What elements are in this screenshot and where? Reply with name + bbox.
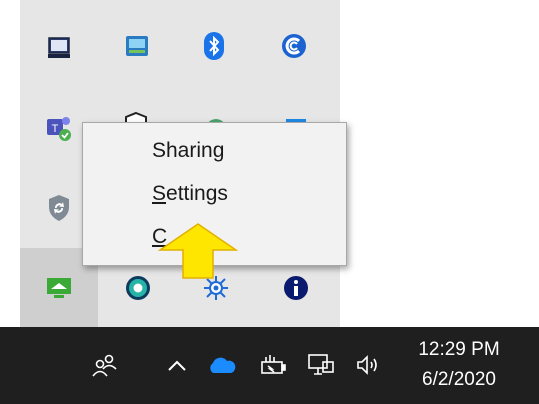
yellow-arrow-icon [157, 222, 239, 285]
clock[interactable]: 12:29 PM 6/2/2020 [400, 335, 518, 397]
clock-time: 12:29 PM [418, 339, 500, 360]
clock-date: 6/2/2020 [422, 369, 496, 390]
menu-item-settings-label: ettings [166, 182, 228, 205]
teal-circle-icon[interactable] [120, 270, 156, 306]
svg-text:T: T [52, 123, 59, 135]
network-icon[interactable] [304, 349, 338, 381]
monitor-icon[interactable] [41, 30, 77, 66]
remote-desktop-icon[interactable] [41, 270, 77, 306]
info-icon[interactable] [278, 270, 314, 306]
menu-item-settings-accel: S [152, 182, 167, 205]
taskbar: 12:29 PM 6/2/2020 [0, 327, 539, 404]
network-card-icon[interactable] [119, 28, 155, 64]
onedrive-icon[interactable] [204, 349, 238, 381]
teams-icon[interactable]: T [41, 110, 77, 146]
chevron-up-icon[interactable] [160, 349, 194, 381]
people-icon[interactable] [88, 349, 122, 381]
bluetooth-icon[interactable] [196, 28, 232, 64]
battery-icon[interactable] [256, 349, 290, 381]
menu-item-sharing-label: Sharing [152, 139, 225, 162]
security-shield-icon[interactable] [41, 190, 77, 226]
ccleaner-icon[interactable] [276, 28, 312, 64]
menu-item-settings[interactable]: Settings [83, 174, 346, 214]
menu-item-sharing[interactable]: Sharing [83, 131, 346, 171]
volume-icon[interactable] [352, 349, 386, 381]
